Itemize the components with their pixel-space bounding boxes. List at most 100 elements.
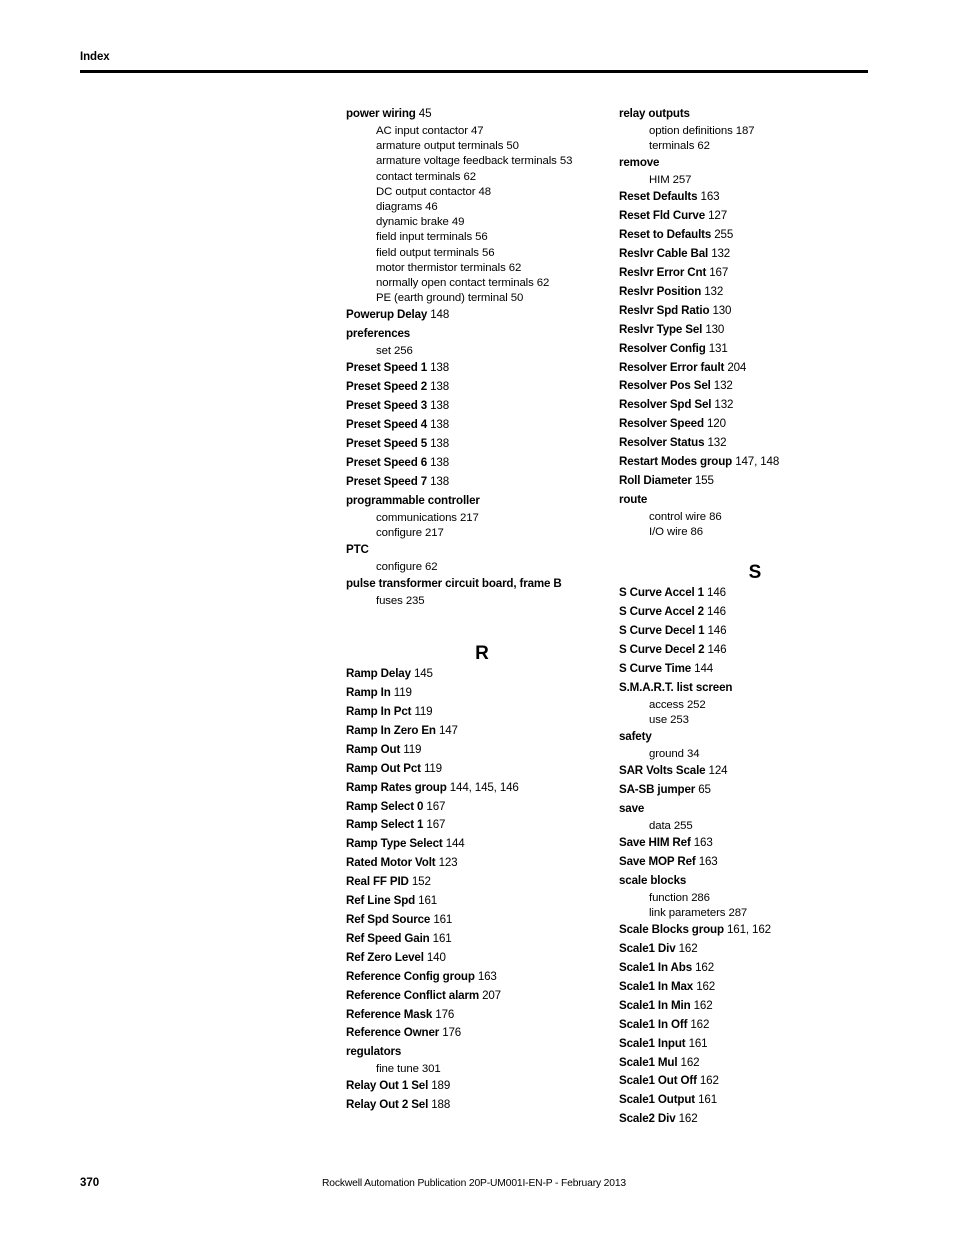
index-subentry-ground[interactable]: ground 34 <box>619 747 891 762</box>
index-entry-preset-speed-4[interactable]: Preset Speed 4 138 <box>346 416 618 435</box>
index-entry-ramp-out-pct[interactable]: Ramp Out Pct 119 <box>346 760 618 779</box>
index-entry-rated-motor-volt[interactable]: Rated Motor Volt 123 <box>346 854 618 873</box>
index-subentry-contact-terminals[interactable]: contact terminals 62 <box>346 170 618 185</box>
index-entry-scale1-in-max[interactable]: Scale1 In Max 162 <box>619 978 891 997</box>
index-entry-ramp-in-zero-en[interactable]: Ramp In Zero En 147 <box>346 722 618 741</box>
index-subentry-dc-output-contactor[interactable]: DC output contactor 48 <box>346 185 618 200</box>
index-entry-scale1-div[interactable]: Scale1 Div 162 <box>619 940 891 959</box>
index-entry-relay-out-2-sel[interactable]: Relay Out 2 Sel 188 <box>346 1096 618 1115</box>
index-entry-scale1-output[interactable]: Scale1 Output 161 <box>619 1091 891 1110</box>
index-entry-safety[interactable]: safety <box>619 728 891 747</box>
index-entry-roll-diameter[interactable]: Roll Diameter 155 <box>619 472 891 491</box>
index-subentry-set[interactable]: set 256 <box>346 344 618 359</box>
index-subentry-function[interactable]: function 286 <box>619 891 891 906</box>
index-subentry-fine-tune[interactable]: fine tune 301 <box>346 1062 618 1077</box>
index-entry-pulse-transformer-circuit-board-frame-b[interactable]: pulse transformer circuit board, frame B <box>346 575 618 594</box>
index-entry-scale1-in-off[interactable]: Scale1 In Off 162 <box>619 1016 891 1035</box>
index-subentry-normally-open-contact-terminals[interactable]: normally open contact terminals 62 <box>346 276 618 291</box>
index-subentry-configure[interactable]: configure 217 <box>346 526 618 541</box>
index-entry-save-mop-ref[interactable]: Save MOP Ref 163 <box>619 853 891 872</box>
index-entry-ramp-in-pct[interactable]: Ramp In Pct 119 <box>346 703 618 722</box>
index-entry-preset-speed-5[interactable]: Preset Speed 5 138 <box>346 435 618 454</box>
index-entry-preset-speed-6[interactable]: Preset Speed 6 138 <box>346 454 618 473</box>
index-entry-s-curve-time[interactable]: S Curve Time 144 <box>619 660 891 679</box>
index-entry-sar-volts-scale[interactable]: SAR Volts Scale 124 <box>619 762 891 781</box>
index-subentry-armature-voltage-feedback-terminals[interactable]: armature voltage feedback terminals 53 <box>346 154 618 169</box>
index-subentry-motor-thermistor-terminals[interactable]: motor thermistor terminals 62 <box>346 261 618 276</box>
index-entry-reslvr-cable-bal[interactable]: Reslvr Cable Bal 132 <box>619 245 891 264</box>
index-subentry-i-o-wire[interactable]: I/O wire 86 <box>619 525 891 540</box>
index-entry-ref-line-spd[interactable]: Ref Line Spd 161 <box>346 892 618 911</box>
index-entry-ramp-select-0[interactable]: Ramp Select 0 167 <box>346 798 618 817</box>
index-entry-route[interactable]: route <box>619 491 891 510</box>
index-entry-save-him-ref[interactable]: Save HIM Ref 163 <box>619 834 891 853</box>
index-entry-resolver-status[interactable]: Resolver Status 132 <box>619 434 891 453</box>
index-entry-resolver-speed[interactable]: Resolver Speed 120 <box>619 415 891 434</box>
index-entry-s-curve-decel-2[interactable]: S Curve Decel 2 146 <box>619 641 891 660</box>
index-entry-scale1-in-abs[interactable]: Scale1 In Abs 162 <box>619 959 891 978</box>
index-entry-preset-speed-7[interactable]: Preset Speed 7 138 <box>346 473 618 492</box>
index-entry-scale1-input[interactable]: Scale1 Input 161 <box>619 1035 891 1054</box>
index-entry-preset-speed-2[interactable]: Preset Speed 2 138 <box>346 378 618 397</box>
index-entry-power-wiring[interactable]: power wiring 45 <box>346 105 618 124</box>
index-entry-ramp-rates-group[interactable]: Ramp Rates group 144, 145, 146 <box>346 779 618 798</box>
index-entry-reset-fld-curve[interactable]: Reset Fld Curve 127 <box>619 207 891 226</box>
index-subentry-option-definitions[interactable]: option definitions 187 <box>619 124 891 139</box>
index-entry-s-curve-accel-1[interactable]: S Curve Accel 1 146 <box>619 584 891 603</box>
index-entry-scale-blocks[interactable]: scale blocks <box>619 872 891 891</box>
index-entry-remove[interactable]: remove <box>619 154 891 173</box>
index-subentry-diagrams[interactable]: diagrams 46 <box>346 200 618 215</box>
index-entry-reference-owner[interactable]: Reference Owner 176 <box>346 1024 618 1043</box>
index-entry-real-ff-pid[interactable]: Real FF PID 152 <box>346 873 618 892</box>
index-entry-powerup-delay[interactable]: Powerup Delay 148 <box>346 306 618 325</box>
index-entry-restart-modes-group[interactable]: Restart Modes group 147, 148 <box>619 453 891 472</box>
index-subentry-field-output-terminals[interactable]: field output terminals 56 <box>346 246 618 261</box>
index-entry-reset-defaults[interactable]: Reset Defaults 163 <box>619 188 891 207</box>
index-entry-scale2-div[interactable]: Scale2 Div 162 <box>619 1110 891 1129</box>
index-subentry-data[interactable]: data 255 <box>619 819 891 834</box>
index-entry-regulators[interactable]: regulators <box>346 1043 618 1062</box>
index-entry-reslvr-position[interactable]: Reslvr Position 132 <box>619 283 891 302</box>
index-entry-preferences[interactable]: preferences <box>346 325 618 344</box>
index-entry-scale-blocks-group[interactable]: Scale Blocks group 161, 162 <box>619 921 891 940</box>
index-subentry-link-parameters[interactable]: link parameters 287 <box>619 906 891 921</box>
index-entry-reference-conflict-alarm[interactable]: Reference Conflict alarm 207 <box>346 987 618 1006</box>
index-entry-scale1-in-min[interactable]: Scale1 In Min 162 <box>619 997 891 1016</box>
index-entry-resolver-spd-sel[interactable]: Resolver Spd Sel 132 <box>619 396 891 415</box>
index-entry-ref-zero-level[interactable]: Ref Zero Level 140 <box>346 949 618 968</box>
index-subentry-configure[interactable]: configure 62 <box>346 560 618 575</box>
index-entry-reference-config-group[interactable]: Reference Config group 163 <box>346 968 618 987</box>
index-entry-s-curve-decel-1[interactable]: S Curve Decel 1 146 <box>619 622 891 641</box>
index-subentry-terminals[interactable]: terminals 62 <box>619 139 891 154</box>
index-entry-reset-to-defaults[interactable]: Reset to Defaults 255 <box>619 226 891 245</box>
index-entry-scale1-mul[interactable]: Scale1 Mul 162 <box>619 1054 891 1073</box>
index-entry-reslvr-error-cnt[interactable]: Reslvr Error Cnt 167 <box>619 264 891 283</box>
index-entry-ramp-delay[interactable]: Ramp Delay 145 <box>346 665 618 684</box>
index-subentry-him[interactable]: HIM 257 <box>619 173 891 188</box>
index-entry-ref-speed-gain[interactable]: Ref Speed Gain 161 <box>346 930 618 949</box>
index-entry-preset-speed-3[interactable]: Preset Speed 3 138 <box>346 397 618 416</box>
index-entry-ref-spd-source[interactable]: Ref Spd Source 161 <box>346 911 618 930</box>
index-subentry-fuses[interactable]: fuses 235 <box>346 594 618 609</box>
index-entry-programmable-controller[interactable]: programmable controller <box>346 492 618 511</box>
index-entry-scale1-out-off[interactable]: Scale1 Out Off 162 <box>619 1072 891 1091</box>
index-entry-ramp-out[interactable]: Ramp Out 119 <box>346 741 618 760</box>
index-subentry-armature-output-terminals[interactable]: armature output terminals 50 <box>346 139 618 154</box>
index-entry-s-curve-accel-2[interactable]: S Curve Accel 2 146 <box>619 603 891 622</box>
index-subentry-control-wire[interactable]: control wire 86 <box>619 510 891 525</box>
index-entry-resolver-pos-sel[interactable]: Resolver Pos Sel 132 <box>619 377 891 396</box>
index-subentry-pe-earth-ground-terminal[interactable]: PE (earth ground) terminal 50 <box>346 291 618 306</box>
index-entry-ramp-select-1[interactable]: Ramp Select 1 167 <box>346 816 618 835</box>
index-subentry-dynamic-brake[interactable]: dynamic brake 49 <box>346 215 618 230</box>
index-entry-sa-sb-jumper[interactable]: SA-SB jumper 65 <box>619 781 891 800</box>
index-entry-ramp-type-select[interactable]: Ramp Type Select 144 <box>346 835 618 854</box>
index-subentry-access[interactable]: access 252 <box>619 698 891 713</box>
index-entry-relay-outputs[interactable]: relay outputs <box>619 105 891 124</box>
index-entry-preset-speed-1[interactable]: Preset Speed 1 138 <box>346 359 618 378</box>
index-subentry-ac-input-contactor[interactable]: AC input contactor 47 <box>346 124 618 139</box>
index-subentry-field-input-terminals[interactable]: field input terminals 56 <box>346 230 618 245</box>
index-subentry-communications[interactable]: communications 217 <box>346 511 618 526</box>
index-entry-s-m-a-r-t-list-screen[interactable]: S.M.A.R.T. list screen <box>619 679 891 698</box>
index-entry-relay-out-1-sel[interactable]: Relay Out 1 Sel 189 <box>346 1077 618 1096</box>
index-entry-reslvr-spd-ratio[interactable]: Reslvr Spd Ratio 130 <box>619 302 891 321</box>
